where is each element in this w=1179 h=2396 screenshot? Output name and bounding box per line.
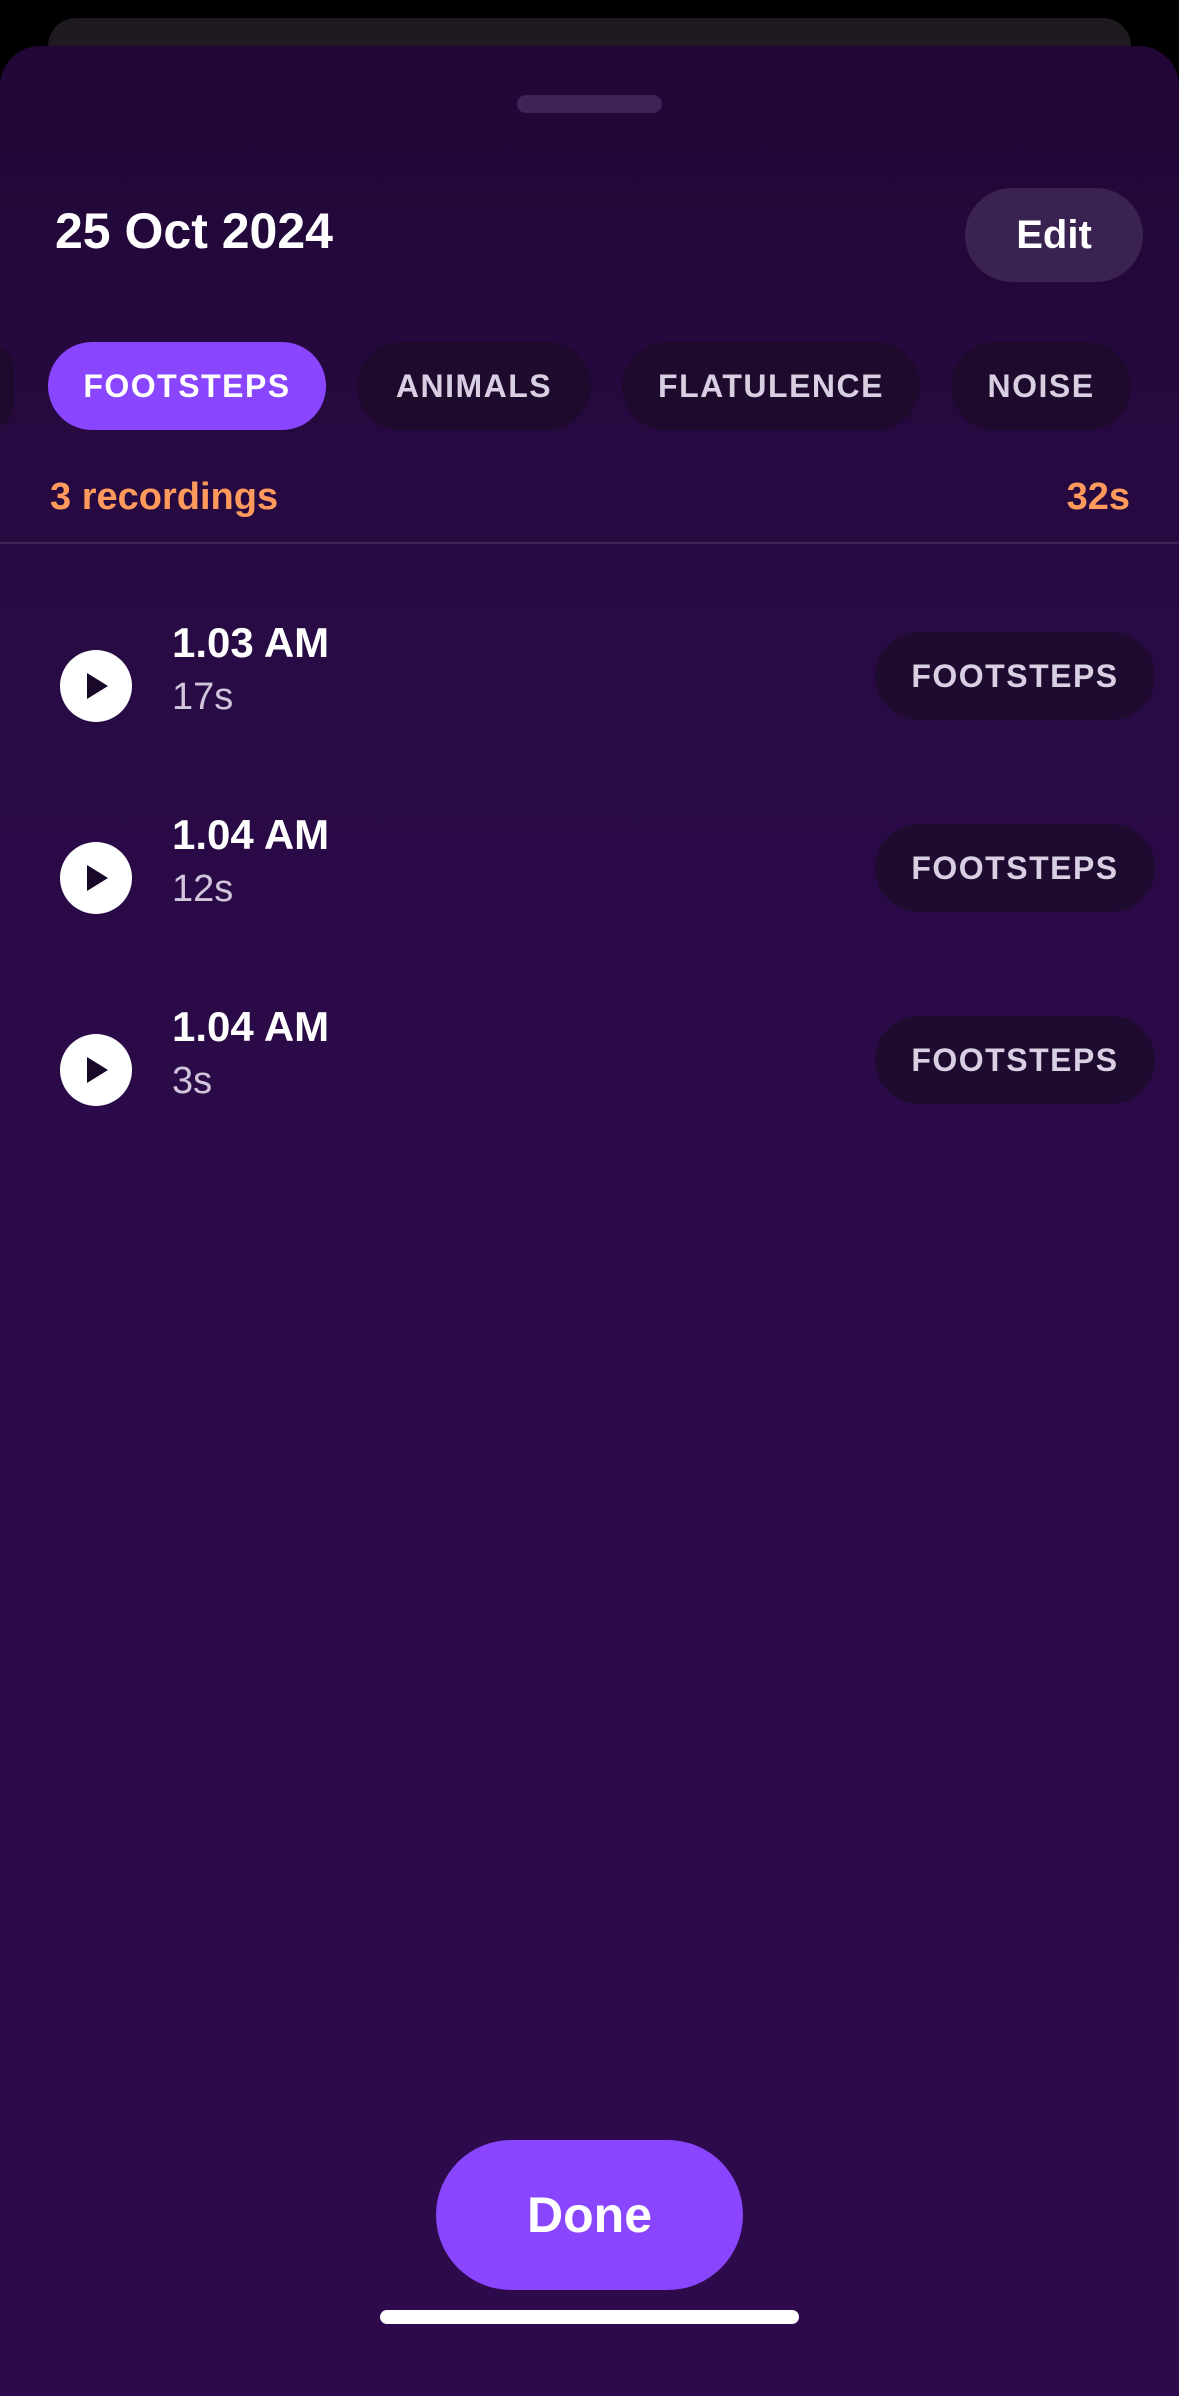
recording-tag[interactable]: FOOTSTEPS (875, 1016, 1155, 1104)
edit-button[interactable]: Edit (965, 188, 1143, 282)
play-button[interactable] (60, 650, 132, 722)
recordings-sheet: 25 Oct 2024 Edit FOOTSTEPS ANIMALS FLATU… (0, 46, 1179, 2396)
recording-tag[interactable]: FOOTSTEPS (875, 824, 1155, 912)
recording-time: 1.04 AM (172, 1003, 330, 1050)
play-icon (87, 865, 108, 891)
list-divider (0, 542, 1179, 544)
recording-row[interactable]: 1.04 AM 3s FOOTSTEPS (0, 996, 1179, 1146)
recording-tag[interactable]: FOOTSTEPS (875, 632, 1155, 720)
recording-duration: 3s (172, 1060, 213, 1102)
play-icon (87, 1057, 108, 1083)
recording-time: 1.03 AM (172, 619, 330, 666)
app-screen: 25 Oct 2024 Edit FOOTSTEPS ANIMALS FLATU… (0, 0, 1179, 2396)
recordings-total-duration: 32s (1066, 476, 1130, 518)
filter-chip-footsteps[interactable]: FOOTSTEPS (48, 342, 326, 430)
recording-time: 1.04 AM (172, 811, 330, 858)
filter-chip-flatulence[interactable]: FLATULENCE (622, 342, 920, 430)
play-button[interactable] (60, 842, 132, 914)
done-button[interactable]: Done (436, 2140, 743, 2290)
play-icon (87, 673, 108, 699)
recording-duration: 12s (172, 868, 234, 910)
recording-duration: 17s (172, 676, 234, 718)
sheet-grabber[interactable] (517, 95, 662, 113)
filter-chips: FOOTSTEPS ANIMALS FLATULENCE NOISE (0, 342, 1179, 432)
recording-row[interactable]: 1.04 AM 12s FOOTSTEPS (0, 804, 1179, 954)
filter-chip-offscreen[interactable] (0, 342, 14, 430)
recordings-count: 3 recordings (50, 476, 279, 518)
recording-row[interactable]: 1.03 AM 17s FOOTSTEPS (0, 612, 1179, 762)
home-indicator[interactable] (380, 2310, 799, 2324)
sheet-title: 25 Oct 2024 (55, 203, 333, 259)
filter-chip-animals[interactable]: ANIMALS (357, 342, 591, 430)
filter-chip-noise[interactable]: NOISE (951, 342, 1131, 430)
play-button[interactable] (60, 1034, 132, 1106)
